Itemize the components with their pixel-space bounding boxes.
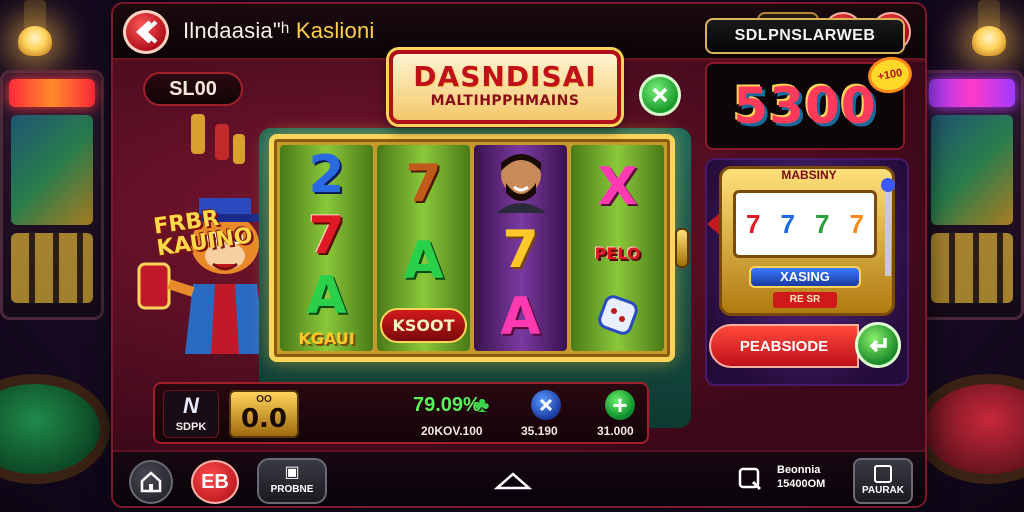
provider-logo-mark: N (183, 393, 199, 418)
bonus-sublabel: RE SR (773, 292, 837, 308)
reel-lever[interactable] (675, 228, 689, 268)
reel-symbol: 7 (405, 153, 442, 214)
app-title-part1: Ilndaasia"ʰ (183, 18, 290, 43)
reel-symbol: 7 (308, 205, 345, 266)
bb-button[interactable]: EB (191, 460, 239, 504)
app-title: Ilndaasia"ʰ Kaslioni (183, 18, 374, 44)
bonus-reels: 7 7 7 7 (733, 190, 877, 258)
clover-icon: ♣ (475, 392, 490, 417)
back-arrow-icon (136, 20, 158, 44)
reel-symbol: A (306, 266, 347, 327)
home-button[interactable] (129, 460, 173, 504)
bet-bar: N SDPK OO 0.0 79.09% ♣ 20KOV.100 35.190 … (153, 382, 649, 444)
reel-symbol: A (403, 230, 444, 291)
ceiling-lamp (14, 0, 56, 64)
logo-line2: MALTIHPPHMAINS (430, 93, 580, 109)
reel-4: X PELO (571, 145, 664, 351)
ceiling-lamp (968, 0, 1010, 64)
bonus-reel-symbol: 7 (746, 208, 761, 239)
reel-1: 2 7 A KGAUI (280, 145, 373, 351)
promo-tab-button[interactable]: ▣ PROBNE (257, 458, 327, 504)
promo-tab-label: PROBNE (270, 484, 314, 495)
bet-value: 0.0 (240, 404, 288, 434)
bonus-lever[interactable] (881, 178, 895, 276)
reel-grid: 2 7 A KGAUI 7 A KSOOT 7 A X PELO (269, 134, 675, 362)
background-slot-machine (920, 70, 1024, 320)
autoplay-button[interactable] (531, 390, 561, 420)
expand-button[interactable] (493, 470, 533, 492)
win-subvalue: 20KOV.100 (421, 424, 483, 438)
plus-icon: + (612, 390, 628, 420)
close-button[interactable] (639, 74, 681, 116)
reel-symbol: 2 (308, 145, 345, 206)
win-percentage: 79.09% (413, 394, 481, 416)
promo-button[interactable]: PEABSIODE (709, 324, 859, 368)
bottom-balance-value: 15400OM (777, 478, 826, 490)
history-icon (738, 467, 762, 491)
square-icon (874, 465, 892, 483)
dice-icon (597, 294, 638, 335)
right-panel-header: SDLPNSLARWEB (705, 18, 905, 54)
app-title-part2: Kaslioni (295, 18, 375, 43)
provider-logo: N SDPK (163, 390, 219, 438)
reel-2: 7 A KSOOT (377, 145, 470, 351)
return-arrow-icon (869, 338, 887, 353)
bonus-label: XASING (749, 266, 861, 288)
reel-tag: KGAUI (298, 328, 355, 348)
bet-amount-display[interactable]: OO 0.0 (229, 390, 299, 438)
close-icon (652, 87, 668, 103)
bottom-balance: Beonnia 15400OM (777, 464, 825, 490)
go-button[interactable] (855, 322, 901, 368)
increase-bet-button[interactable]: + (605, 390, 635, 420)
back-button[interactable] (123, 10, 169, 54)
avatar-icon (495, 153, 546, 213)
bonus-title: MABSINY (781, 168, 837, 182)
chevron-up-icon (493, 472, 533, 490)
bonus-reel-symbol: 7 (815, 208, 830, 239)
bonus-reel-symbol: 7 (780, 208, 795, 239)
win-value: 5300 (733, 77, 877, 135)
bottom-bar: EB ▣ PROBNE Beonnia 15400OM PAURAK (113, 450, 925, 506)
increase-bet-value: 31.000 (597, 424, 634, 438)
menu-tab-button[interactable]: PAURAK (853, 458, 913, 504)
bonus-reel-symbol: 7 (849, 208, 864, 239)
reel-tag: KSOOT (380, 307, 467, 343)
history-button[interactable] (737, 466, 763, 492)
autoplay-value: 35.190 (521, 424, 558, 438)
game-window: Ilndaasia"ʰ Kaslioni SL00 FRBR KAUINO DA… (113, 4, 925, 506)
provider-logo-label: SDPK (175, 421, 207, 433)
home-icon (140, 471, 162, 493)
reel-3: 7 A (474, 145, 567, 351)
reel-symbol: 7 (502, 219, 539, 280)
game-logo: DASNDISAI MALTIHPPHMAINS (389, 50, 621, 124)
tools-icon (539, 398, 553, 412)
logo-line1: DASNDISAI (413, 60, 597, 93)
reel-symbol: A (500, 287, 541, 348)
bottom-balance-label: Beonnia (777, 464, 821, 476)
balance-display: SL00 (143, 72, 243, 106)
reel-symbol: X (597, 157, 638, 218)
reel-tag: PELO (594, 243, 641, 263)
background-slot-machine (0, 70, 104, 320)
menu-tab-label: PAURAK (861, 485, 905, 496)
gift-icon: ▣ (284, 464, 300, 481)
